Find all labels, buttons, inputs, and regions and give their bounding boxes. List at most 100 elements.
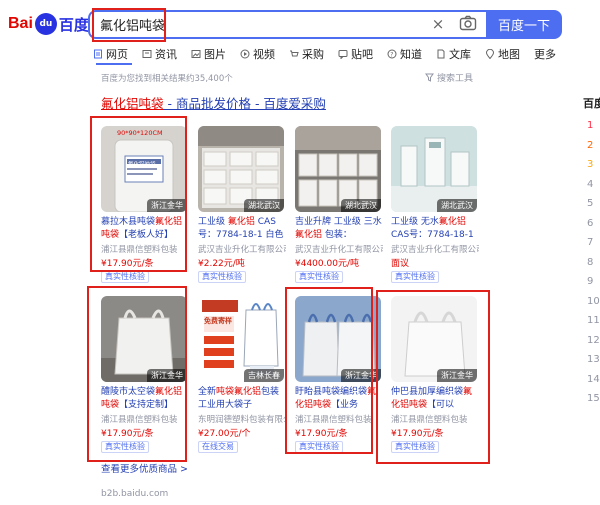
- annotation-box: [87, 286, 187, 462]
- tab-label: 网页: [106, 48, 128, 61]
- verify-badge[interactable]: 在线交易: [198, 441, 238, 453]
- logo-text-du: 百度: [58, 15, 89, 34]
- product-location: 湖北武汉: [244, 199, 284, 212]
- result-source: b2b.baidu.com: [101, 489, 169, 499]
- product-title[interactable]: 工业级 氟化铝 CAS号：7784-18-1 白色: [198, 216, 286, 242]
- hot-list-number: 4: [587, 178, 594, 190]
- hot-list-number: 1: [587, 120, 594, 131]
- product-title[interactable]: 全新吨袋氟化铝包装工业用大袋子: [198, 386, 286, 412]
- tab-label: 文库: [449, 48, 471, 61]
- product-title-pre: 工业级 无水: [391, 217, 439, 227]
- tab-label: 图片: [204, 48, 226, 61]
- verify-badge[interactable]: 真实性核验: [295, 271, 343, 283]
- result-title-highlight: 氟化铝吨袋: [101, 96, 164, 111]
- tab-label: 视频: [253, 48, 275, 61]
- product-image[interactable]: 湖北武汉: [391, 126, 477, 212]
- hot-list-number: 5: [587, 198, 594, 209]
- tab-news[interactable]: 资讯: [142, 44, 177, 64]
- paper-icon: [93, 49, 103, 59]
- result-title[interactable]: 氟化铝吨袋 - 商品批发价格 - 百度爱采购: [101, 93, 326, 112]
- annotation-box: [90, 116, 187, 272]
- baidu-logo[interactable]: Bai du 百度: [8, 10, 89, 38]
- tab-label: 采购: [302, 48, 324, 61]
- result-title-rest: - 商品批发价格 - 百度爱采购: [163, 96, 326, 111]
- product-title-keyword: 氟化铝: [438, 217, 466, 227]
- paw-icon: du: [34, 13, 57, 35]
- logo-text-bai: Bai: [8, 15, 33, 32]
- product-company: 武汉吉业升化工有限公司: [391, 245, 479, 255]
- product-price: ¥4400.00元/吨: [295, 259, 359, 269]
- hot-list-number: 11: [587, 315, 600, 326]
- tab-doc[interactable]: 文库: [436, 44, 471, 64]
- search-button[interactable]: 百度一下: [486, 10, 562, 39]
- question-icon: ?: [387, 49, 397, 59]
- product-price: 面议: [391, 259, 410, 269]
- tab-pin[interactable]: 地图: [485, 44, 520, 64]
- verify-badge[interactable]: 真实性核验: [391, 271, 439, 283]
- tab-label: 地图: [498, 48, 520, 61]
- image-label: 免费寄样: [204, 317, 232, 325]
- tab-cart[interactable]: 采购: [289, 44, 324, 64]
- video-icon: [240, 49, 250, 59]
- product-title[interactable]: 工业级 无水氟化铝 CAS号：7784-18-1: [391, 216, 479, 242]
- news-icon: [142, 49, 152, 59]
- product-location: 湖北武汉: [341, 199, 381, 212]
- product-title-post: CAS号：7784-18-1: [391, 230, 474, 240]
- hot-list-number: 6: [587, 217, 594, 229]
- hot-list-number: 9: [587, 276, 594, 287]
- tab-image[interactable]: 图片: [191, 44, 226, 64]
- svg-text:?: ?: [390, 52, 393, 59]
- clear-icon[interactable]: ×: [430, 16, 446, 32]
- camera-icon[interactable]: [459, 15, 477, 31]
- hot-list-number: 7: [587, 237, 594, 248]
- tab-more[interactable]: 更多: [534, 44, 556, 64]
- tab-video[interactable]: 视频: [240, 44, 275, 64]
- hot-list-number: 13: [587, 354, 600, 365]
- image-icon: [191, 49, 201, 59]
- tab-label: 知道: [400, 48, 422, 61]
- product-title-post: 包装：: [322, 230, 352, 240]
- product-image[interactable]: 湖北武汉: [198, 126, 284, 212]
- result-count: 百度为您找到相关结果约35,400个: [101, 74, 233, 84]
- tab-label: 更多: [534, 48, 556, 61]
- product-title-keyword: 氟化铝: [227, 217, 255, 227]
- hot-list-number: 14: [587, 373, 600, 385]
- search-tabs: 网页 资讯 图片 视频 采购 贴吧? 知道 文库 地图 更多: [93, 44, 570, 64]
- product-title-pre: 工业级: [198, 217, 228, 227]
- product-company: 武汉吉业升化工有限公司: [295, 245, 383, 255]
- verify-badge[interactable]: 真实性核验: [101, 271, 149, 283]
- filter-icon: [425, 73, 434, 82]
- annotation-box: [376, 290, 490, 464]
- product-title-keyword: 吨袋氟化铝: [216, 387, 262, 397]
- hot-list-number: 8: [587, 256, 594, 268]
- active-tab-underline: [96, 63, 132, 65]
- product-title[interactable]: 吉业升牌 工业级 三水氟化铝 包装：: [295, 216, 383, 242]
- tab-label: 资讯: [155, 48, 177, 61]
- product-location: 吉林长春: [244, 369, 284, 382]
- hot-list-number: 15: [587, 393, 600, 404]
- pin-icon: [485, 49, 495, 59]
- hot-list-number: 2: [587, 139, 594, 151]
- tab-paper[interactable]: 网页: [93, 44, 128, 64]
- product-image[interactable]: 湖北武汉: [295, 126, 381, 212]
- more-products-link[interactable]: 查看更多优质商品 >: [101, 461, 188, 475]
- product-title-pre: 吉业升牌 工业级 三水: [295, 217, 382, 227]
- cart-icon: [289, 49, 299, 59]
- tab-question[interactable]: ? 知道: [387, 44, 422, 64]
- verify-badge[interactable]: 真实性核验: [198, 271, 246, 283]
- product-title-keyword: 氟化铝: [295, 230, 323, 240]
- product-company: 武汉吉业升化工有限公司: [198, 245, 286, 255]
- tab-label: 贴吧: [351, 48, 373, 61]
- tab-tieba[interactable]: 贴吧: [338, 44, 373, 64]
- search-tools[interactable]: 搜索工具: [425, 71, 473, 84]
- hot-list-number: 12: [587, 334, 600, 346]
- right-panel-title: 百度: [583, 97, 600, 110]
- doc-icon: [436, 49, 446, 59]
- hot-list-number: 3: [587, 159, 594, 170]
- tieba-icon: [338, 49, 348, 59]
- hot-list-number: 10: [587, 295, 600, 307]
- product-image[interactable]: 免费寄样吉林长春: [198, 296, 284, 382]
- product-price: ¥2.22元/吨: [198, 259, 245, 269]
- product-price: ¥27.00元/个: [198, 429, 251, 439]
- product-title-pre: 全新: [198, 387, 217, 397]
